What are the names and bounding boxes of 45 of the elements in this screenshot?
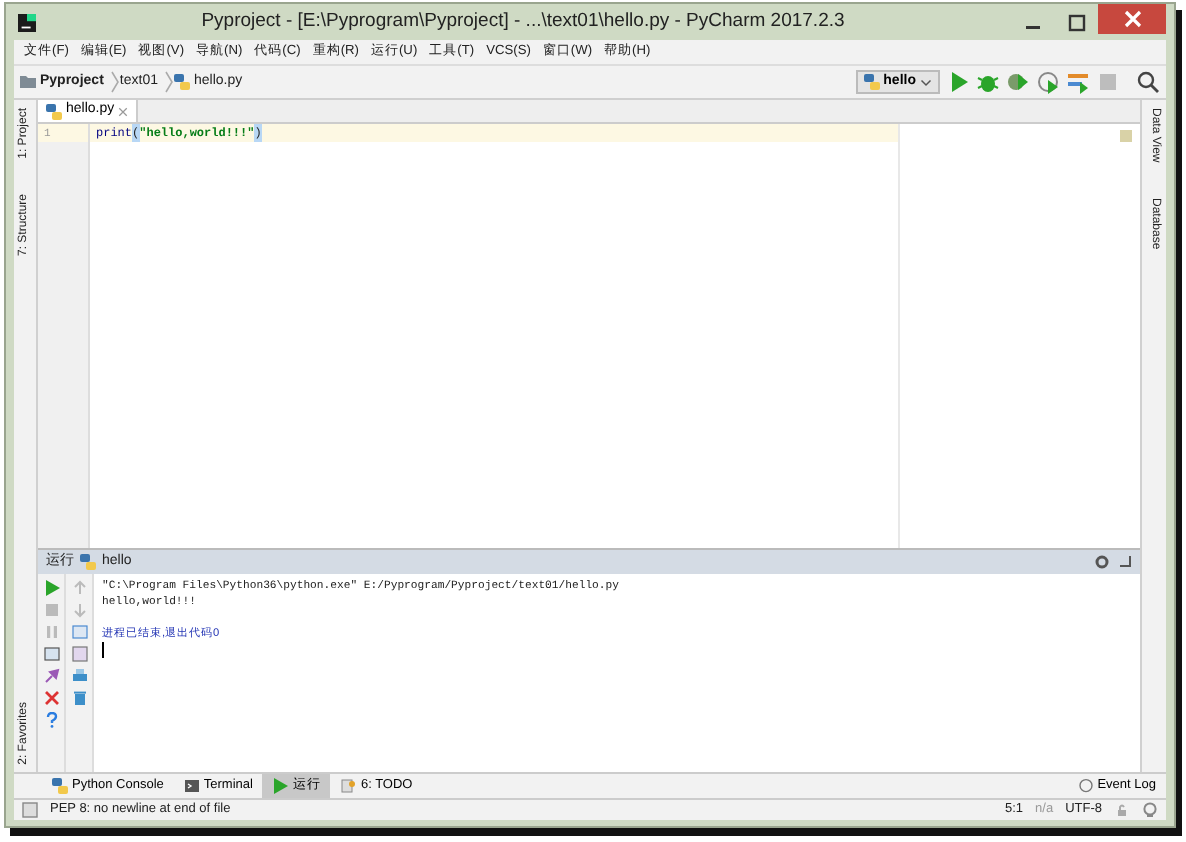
minimize-icon <box>1025 25 1039 29</box>
python-icon <box>863 74 880 90</box>
text-cursor <box>102 642 104 658</box>
pin-icon[interactable] <box>43 668 59 684</box>
concurrency-icon[interactable] <box>1066 70 1090 94</box>
play-icon <box>272 778 289 794</box>
close-icon <box>1123 10 1141 28</box>
terminal-icon <box>183 778 200 794</box>
python-icon <box>80 554 96 570</box>
down-arrow-icon[interactable] <box>71 602 87 618</box>
folder-icon <box>20 74 36 90</box>
python-icon <box>173 74 190 90</box>
search-icon[interactable] <box>1136 70 1160 94</box>
run-icon[interactable] <box>946 70 970 94</box>
window-title: Pyproject - [E:\Pyprogram\Pyproject] - ...\text01\hello.py - PyCharm 2017.2.3 <box>199 7 847 36</box>
pycharm-logo-icon <box>18 13 36 31</box>
close-button[interactable] <box>1098 4 1166 34</box>
trash-icon[interactable] <box>71 690 87 706</box>
print-icon[interactable] <box>71 668 87 684</box>
note-icon <box>340 778 357 794</box>
scroll-to-end-icon[interactable] <box>71 646 87 662</box>
debug-icon[interactable] <box>976 70 1000 94</box>
hide-icon[interactable] <box>1116 554 1132 570</box>
help-icon[interactable] <box>43 712 59 728</box>
chevron-icon <box>109 70 120 94</box>
close-icon[interactable] <box>43 690 59 706</box>
caret-icon <box>920 74 932 90</box>
lock-icon[interactable] <box>1114 802 1130 818</box>
stop-icon[interactable] <box>43 602 59 618</box>
close-icon[interactable] <box>118 103 129 119</box>
maximize-icon <box>1067 13 1085 31</box>
chevron-icon <box>163 70 174 94</box>
pause-icon[interactable] <box>43 624 59 640</box>
up-arrow-icon[interactable] <box>71 580 87 596</box>
layout-icon[interactable] <box>43 646 59 662</box>
rerun-icon[interactable] <box>43 580 59 596</box>
soft-wrap-icon[interactable] <box>71 624 87 640</box>
stop-icon[interactable] <box>1096 70 1120 94</box>
inspection-marker <box>1120 130 1132 142</box>
python-icon <box>46 103 62 119</box>
toggle-panels-icon[interactable] <box>22 802 38 818</box>
settings-icon[interactable] <box>1094 554 1110 570</box>
profile-icon[interactable] <box>1036 70 1060 94</box>
python-icon <box>52 778 68 794</box>
coverage-icon[interactable] <box>1006 70 1030 94</box>
